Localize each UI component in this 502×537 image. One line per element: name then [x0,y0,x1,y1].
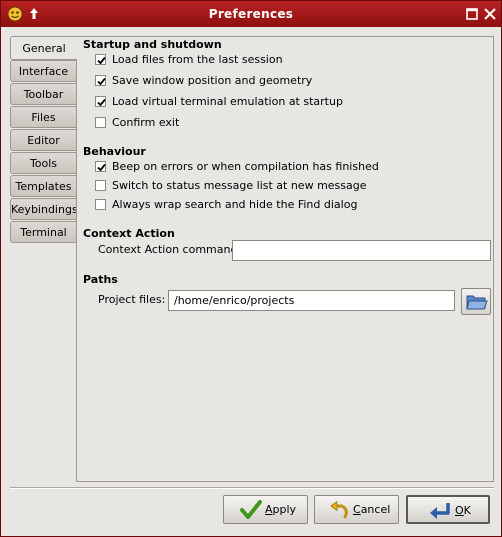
checkmark-icon [240,500,262,523]
checkbox-label: Load files from the last session [112,53,283,66]
cancel-label: Cancel [353,503,391,516]
tab-toolbar[interactable]: Toolbar [10,83,76,105]
open-folder-icon [466,293,488,314]
context-action-section-title: Context Action [83,227,175,240]
button-separator [10,487,494,489]
close-icon[interactable] [482,6,498,22]
checkbox[interactable] [95,96,106,107]
checkbox[interactable] [95,199,106,210]
ok-label: OK [455,504,471,517]
tab-tools[interactable]: Tools [10,152,76,174]
checkbox-label: Beep on errors or when compilation has f… [112,160,379,173]
tab-general[interactable]: General [10,36,77,60]
tab-editor[interactable]: Editor [10,129,76,151]
paths-section-title: Paths [83,273,118,286]
maximize-icon[interactable] [464,6,480,22]
checkbox[interactable] [95,75,106,86]
checkbox-label: Save window position and geometry [112,74,313,87]
browse-project-folder-button[interactable] [461,288,491,315]
project-files-label: Project files: [98,293,166,306]
return-arrow-icon [428,501,452,524]
window-title: Preferences [208,7,294,21]
checkbox[interactable] [95,180,106,191]
tab-templates[interactable]: Templates [10,175,76,197]
checkbox-label: Always wrap search and hide the Find dia… [112,198,358,211]
preferences-window: Preferences General Interface Toolbar Fi… [0,0,502,537]
ok-button[interactable]: OK [406,495,490,524]
context-action-command-label: Context Action command: [98,243,242,256]
checkbox-label: Switch to status message list at new mes… [112,179,367,192]
tab-files[interactable]: Files [10,106,76,128]
tab-keybindings[interactable]: Keybindings [10,198,78,220]
apply-label: Apply [265,503,297,516]
behaviour-section-title: Behaviour [83,145,146,158]
checkbox[interactable] [95,54,106,65]
tab-interface[interactable]: Interface [10,60,76,82]
apply-button[interactable]: Apply [223,495,308,524]
startup-section-title: Startup and shutdown [83,38,222,51]
project-files-input[interactable] [168,290,455,311]
undo-arrow-icon [329,500,351,523]
checkbox[interactable] [95,117,106,128]
cancel-button[interactable]: Cancel [314,495,399,524]
title-bar[interactable]: Preferences [1,1,501,27]
tab-terminal[interactable]: Terminal [10,221,76,243]
checkbox-label: Load virtual terminal emulation at start… [112,95,343,108]
context-action-command-input[interactable] [232,240,491,261]
checkbox-label: Confirm exit [112,116,180,129]
checkbox[interactable] [95,161,106,172]
